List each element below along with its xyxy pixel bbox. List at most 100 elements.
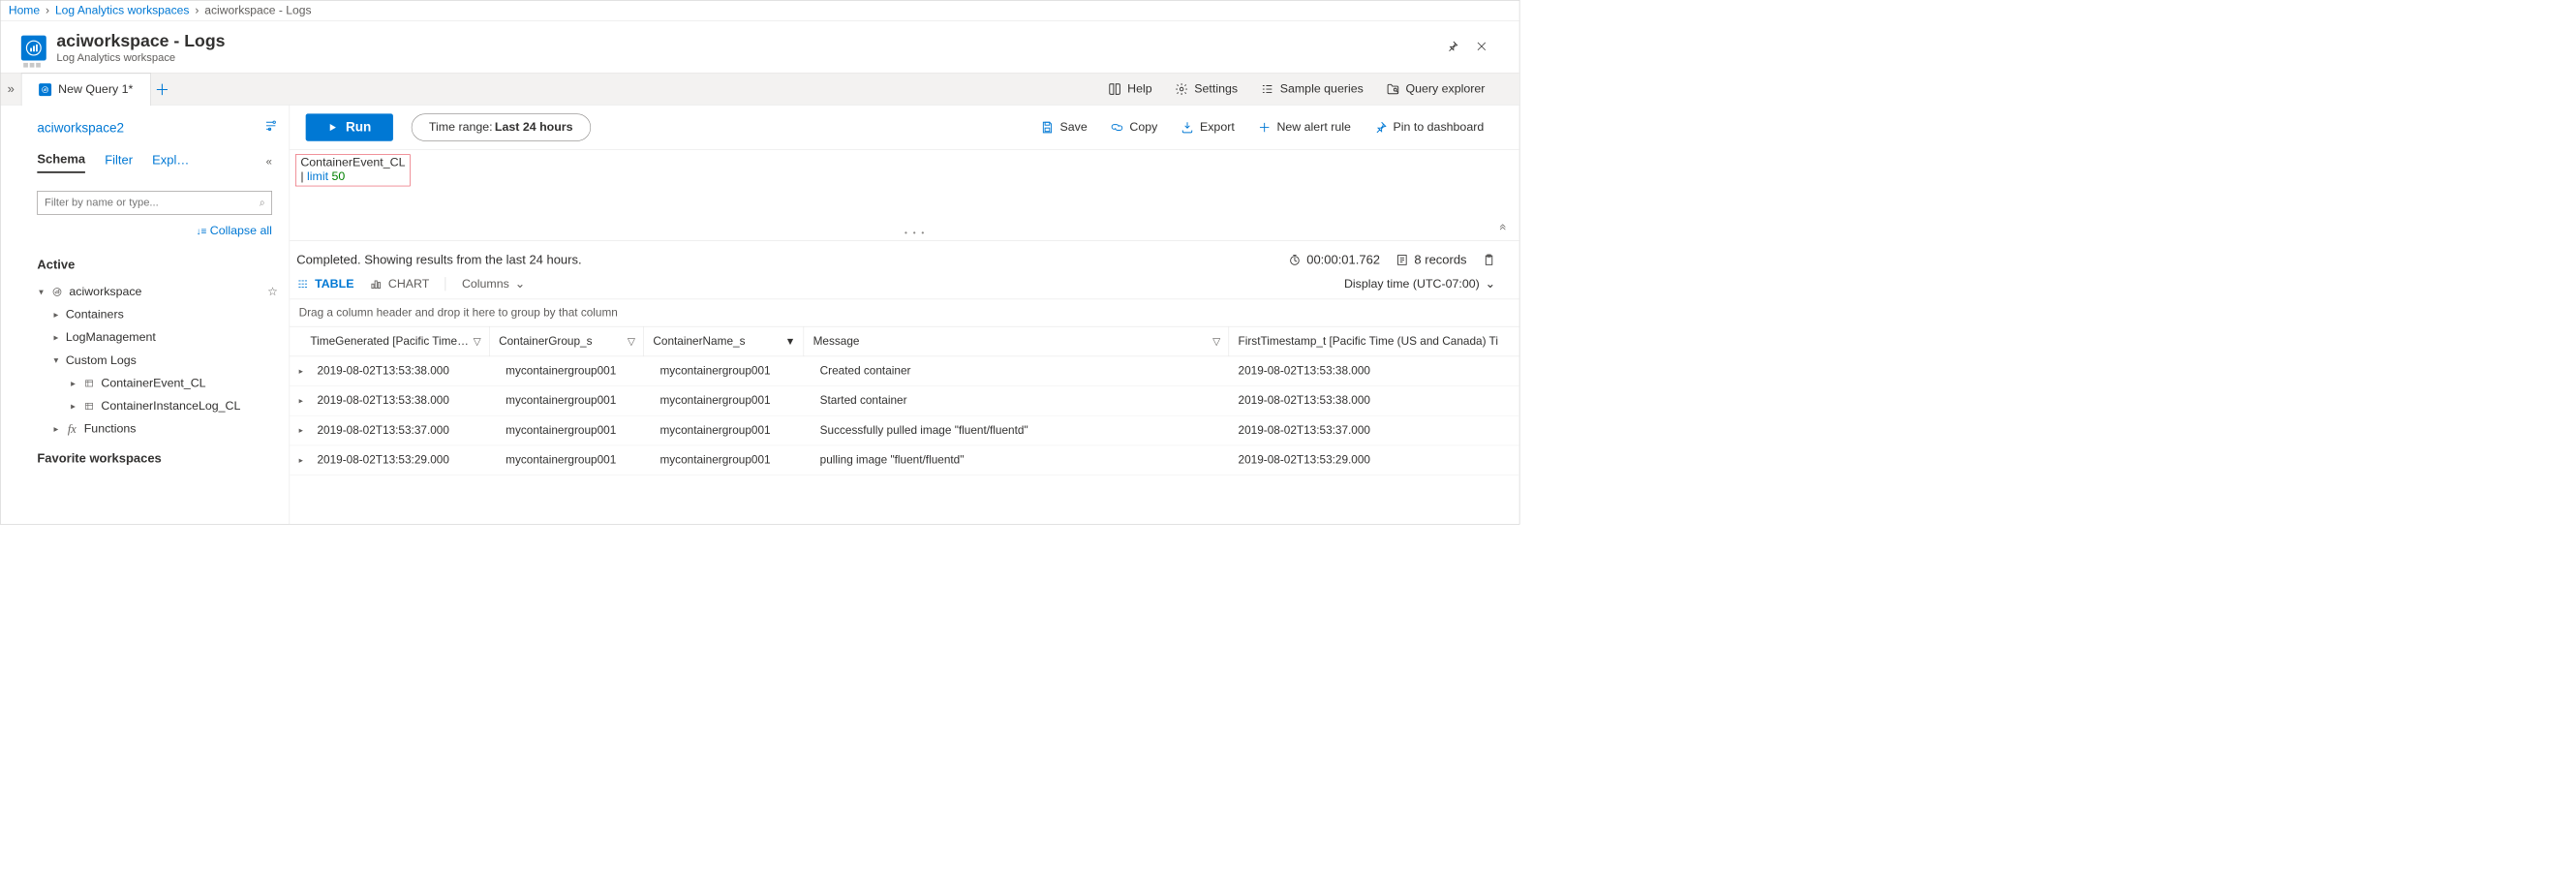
pin-icon[interactable] — [1446, 40, 1458, 56]
viewmode-table-label: TABLE — [315, 277, 353, 291]
export-label: Export — [1200, 120, 1235, 134]
cell-group: mycontainergroup001 — [497, 416, 651, 445]
table-row[interactable]: ▸2019-08-02T13:53:38.000mycontainergroup… — [290, 386, 1519, 416]
sidebar-tab-filter[interactable]: Filter — [105, 153, 133, 172]
row-expand-icon[interactable]: ▸ — [290, 358, 308, 384]
copy-label: Copy — [1129, 120, 1157, 134]
viewmode-chart[interactable]: CHART — [370, 277, 429, 291]
viewmode-table[interactable]: TABLE — [296, 277, 353, 291]
chevron-right-icon: ▸ — [69, 378, 77, 389]
display-time-dropdown[interactable]: Display time (UTC-07:00) ⌄ — [1344, 277, 1495, 291]
help-label: Help — [1127, 82, 1151, 96]
tree-functions[interactable]: ▸ fx Functions — [37, 417, 277, 441]
table-row[interactable]: ▸2019-08-02T13:53:29.000mycontainergroup… — [290, 445, 1519, 475]
editor-resize-handle[interactable]: • • • — [905, 228, 926, 236]
new-alert-button[interactable]: New alert rule — [1246, 120, 1363, 134]
col-containername[interactable]: ContainerName_s▼ — [644, 326, 804, 355]
row-expand-icon[interactable]: ▸ — [290, 417, 308, 444]
clipboard-icon[interactable] — [1483, 254, 1495, 266]
col-message[interactable]: Message▽ — [804, 326, 1229, 355]
sidebar-tab-schema[interactable]: Schema — [37, 152, 85, 173]
filter-icon[interactable]: ▽ — [474, 335, 481, 347]
cell-time: 2019-08-02T13:53:29.000 — [308, 445, 497, 475]
collapse-all-button[interactable]: ↓≡ Collapse all — [20, 221, 290, 247]
pin-dashboard-button[interactable]: Pin to dashboard — [1363, 120, 1495, 134]
run-button[interactable]: Run — [306, 113, 393, 140]
cell-name: mycontainergroup001 — [651, 445, 811, 475]
add-tab-button[interactable]: ＋ — [151, 78, 174, 100]
chevron-right-icon: ▸ — [52, 309, 60, 321]
cell-first: 2019-08-02T13:53:38.000 — [1229, 356, 1519, 385]
cell-first: 2019-08-02T13:53:38.000 — [1229, 386, 1519, 415]
cell-first: 2019-08-02T13:53:37.000 — [1229, 416, 1519, 445]
cell-name: mycontainergroup001 — [651, 386, 811, 415]
scroll-to-top-icon[interactable] — [1497, 221, 1508, 234]
query-panel: Run Time range: Last 24 hours Save Copy — [290, 106, 1519, 524]
col-timegenerated[interactable]: TimeGenerated [Pacific Time… ▽ — [301, 326, 490, 355]
schema-filter-input[interactable] — [37, 191, 271, 215]
status-text: Completed. Showing results from the last… — [296, 253, 581, 267]
breadcrumb-workspaces[interactable]: Log Analytics workspaces — [55, 4, 189, 17]
copy-button[interactable]: Copy — [1099, 120, 1170, 134]
save-button[interactable]: Save — [1029, 120, 1099, 134]
col-label: TimeGenerated [Pacific Time… — [310, 335, 469, 349]
filter-icon[interactable]: ▽ — [1212, 335, 1220, 347]
divider — [445, 277, 446, 291]
time-range-picker[interactable]: Time range: Last 24 hours — [412, 113, 591, 140]
close-icon[interactable] — [1476, 40, 1487, 56]
settings-button[interactable]: Settings — [1163, 82, 1248, 96]
sample-queries-button[interactable]: Sample queries — [1249, 82, 1375, 96]
row-expand-icon[interactable]: ▸ — [290, 388, 308, 414]
cell-group: mycontainergroup001 — [497, 386, 651, 415]
export-button[interactable]: Export — [1169, 120, 1245, 134]
row-expand-icon[interactable]: ▸ — [290, 447, 308, 474]
sidebar-tab-explorer[interactable]: Expl… — [152, 153, 189, 172]
sidebar-collapse-icon[interactable]: « — [266, 156, 272, 169]
function-icon: fx — [66, 423, 78, 436]
query-tab-1[interactable]: New Query 1* — [21, 73, 151, 106]
cell-group: mycontainergroup001 — [497, 356, 651, 385]
help-button[interactable]: Help — [1096, 82, 1163, 96]
export-icon — [1181, 120, 1194, 134]
tree-logmanagement[interactable]: ▸ LogManagement — [37, 326, 277, 350]
page-subtitle: Log Analytics workspace — [56, 52, 1435, 65]
cell-time: 2019-08-02T13:53:38.000 — [308, 386, 497, 415]
scope-settings-icon[interactable] — [264, 119, 278, 137]
table-icon — [83, 400, 96, 413]
expand-panel-icon[interactable]: » — [1, 74, 21, 105]
cell-first: 2019-08-02T13:53:29.000 — [1229, 445, 1519, 475]
expand-column — [290, 326, 301, 355]
group-by-dropzone[interactable]: Drag a column header and drop it here to… — [290, 299, 1519, 326]
columns-dropdown[interactable]: Columns ⌄ — [462, 277, 525, 291]
plus-icon — [1257, 120, 1271, 134]
workspace-mini-icon — [51, 286, 64, 298]
filter-icon[interactable]: ▽ — [628, 335, 635, 347]
sample-queries-label: Sample queries — [1280, 82, 1364, 96]
table-row[interactable]: ▸2019-08-02T13:53:38.000mycontainergroup… — [290, 356, 1519, 386]
col-label: ContainerGroup_s — [499, 335, 592, 349]
breadcrumb-home[interactable]: Home — [9, 4, 40, 17]
col-containergroup[interactable]: ContainerGroup_s ▽ — [490, 326, 644, 355]
query-editor[interactable]: ContainerEvent_CL | limit 50 • • • — [290, 150, 1519, 241]
query-explorer-button[interactable]: Query explorer — [1375, 82, 1497, 96]
tree-root-workspace[interactable]: ▾ aciworkspace ☆ — [37, 280, 277, 303]
tree-label: aciworkspace — [69, 285, 141, 298]
tree-custom-logs[interactable]: ▾ Custom Logs — [37, 349, 277, 372]
favorite-star-icon[interactable]: ☆ — [267, 285, 278, 299]
tree-containerinstancelog-cl[interactable]: ▸ ContainerInstanceLog_CL — [37, 395, 277, 418]
tree-label: ContainerInstanceLog_CL — [101, 399, 240, 413]
scope-picker[interactable]: aciworkspace2 — [37, 120, 263, 136]
filter-active-icon[interactable]: ▼ — [785, 335, 796, 347]
new-alert-label: New alert rule — [1276, 120, 1350, 134]
editor-token-number: 50 — [331, 169, 345, 183]
col-firsttimestamp[interactable]: FirstTimestamp_t [Pacific Time (US and C… — [1229, 326, 1519, 355]
tree-containerevent-cl[interactable]: ▸ ContainerEvent_CL — [37, 372, 277, 395]
gear-icon — [1175, 82, 1188, 96]
tree-containers[interactable]: ▸ Containers — [37, 303, 277, 326]
cell-group: mycontainergroup001 — [497, 445, 651, 475]
save-label: Save — [1059, 120, 1087, 134]
tree-label: Functions — [84, 422, 137, 436]
cell-time: 2019-08-02T13:53:38.000 — [308, 356, 497, 385]
records-value: 8 records — [1414, 253, 1466, 267]
table-row[interactable]: ▸ 2019-08-02T13:53:37.000 mycontainergroup… — [290, 416, 1519, 446]
